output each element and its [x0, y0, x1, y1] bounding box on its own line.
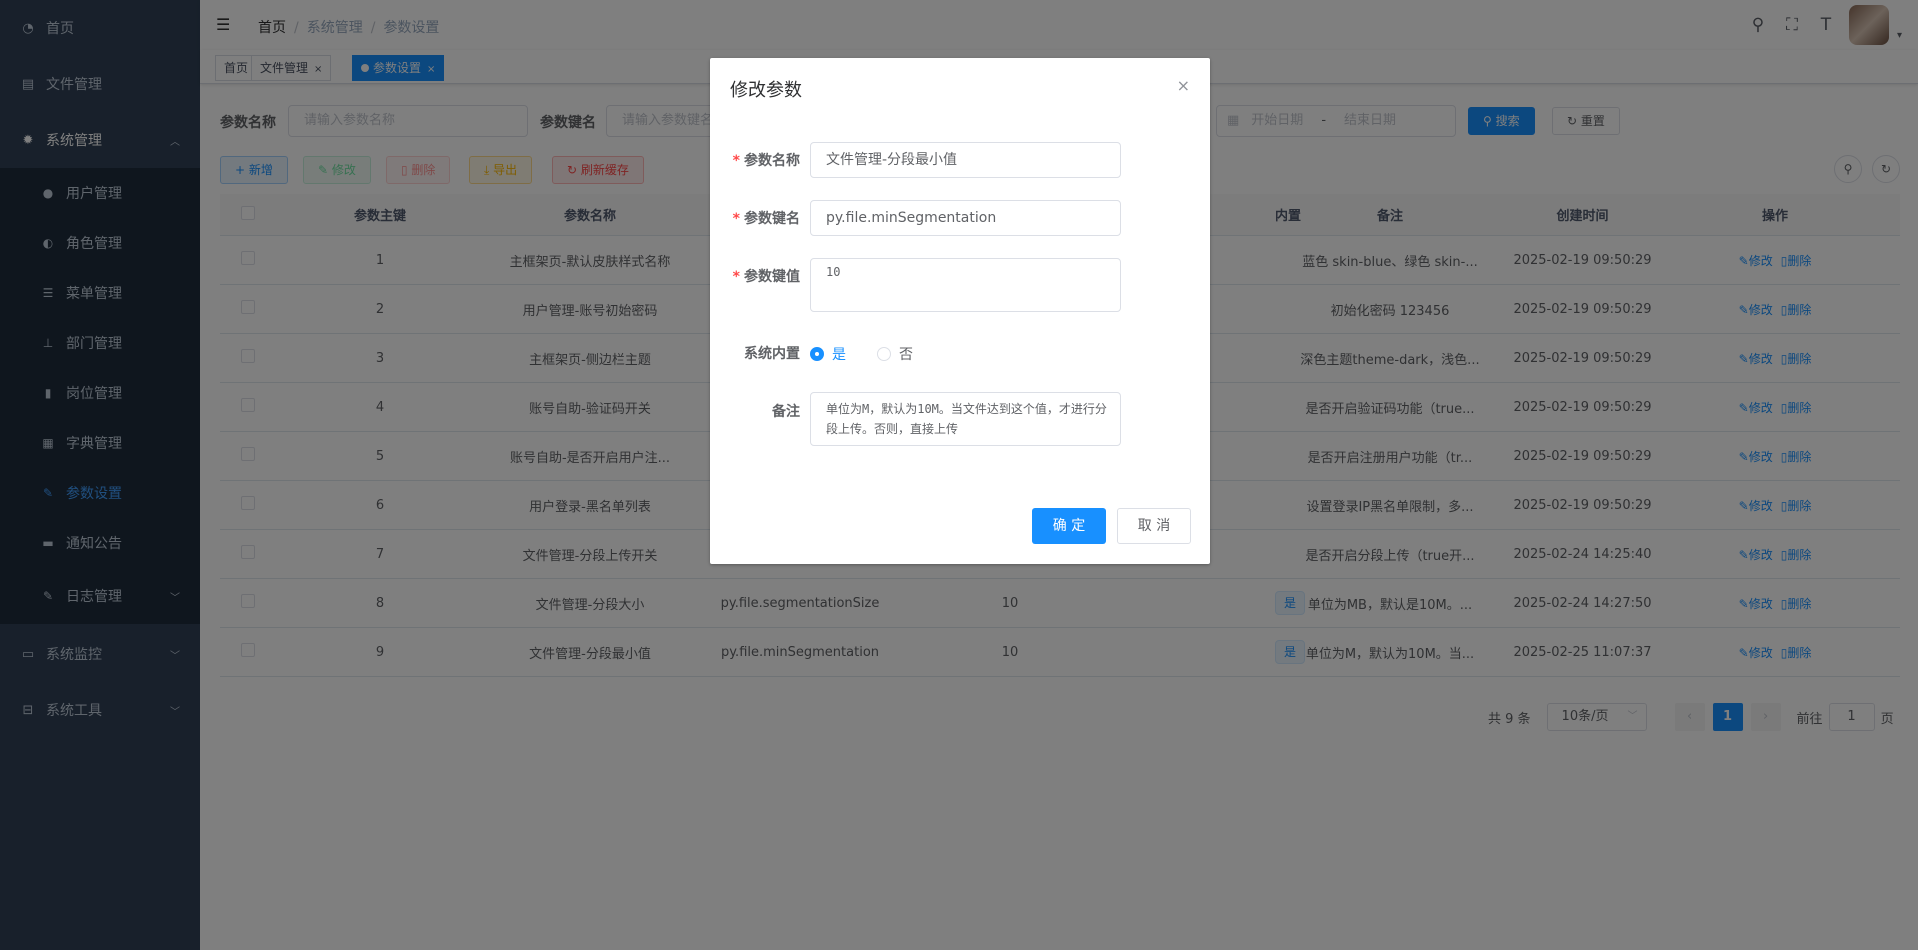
radio-no-label: 否 [899, 347, 913, 363]
key-label-text: 参数键名 [744, 211, 800, 227]
cancel-button[interactable]: 取 消 [1117, 508, 1191, 544]
name-label-text: 参数名称 [744, 153, 800, 169]
key-label: * 参数键名 [732, 211, 800, 227]
dialog-title: 修改参数 [730, 80, 802, 101]
value-label: * 参数键值 [732, 269, 800, 285]
radio-checked-icon [810, 347, 824, 361]
name-label: * 参数名称 [732, 153, 800, 169]
builtin-yes-radio[interactable]: 是 [810, 344, 846, 364]
value-label-text: 参数键值 [744, 269, 800, 285]
remark-label: 备注 [772, 404, 800, 420]
close-icon[interactable]: × [1177, 76, 1190, 95]
confirm-button[interactable]: 确 定 [1032, 508, 1106, 544]
builtin-label: 系统内置 [744, 346, 800, 362]
radio-yes-label: 是 [832, 347, 846, 363]
edit-param-dialog: 修改参数 × * 参数名称 文件管理-分段最小值 * 参数键名 py.file.mi… [710, 58, 1210, 564]
param-key-field[interactable]: py.file.minSegmentation [810, 200, 1121, 236]
param-value-textarea[interactable]: 10 [810, 258, 1121, 312]
radio-unchecked-icon [877, 347, 891, 361]
builtin-no-radio[interactable]: 否 [877, 344, 913, 364]
remark-textarea[interactable]: 单位为M，默认为10M。当文件达到这个值，才进行分段上传。否则，直接上传 [810, 392, 1121, 446]
param-name-field[interactable]: 文件管理-分段最小值 [810, 142, 1121, 178]
